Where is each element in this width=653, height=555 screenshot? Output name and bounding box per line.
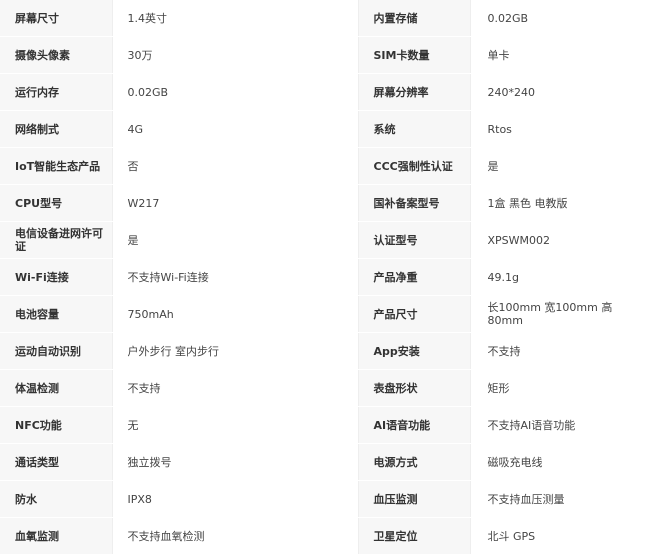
spec-label: 系统 <box>357 110 470 148</box>
spec-row: 体温检测 不支持 表盘形状 矩形 <box>0 369 653 407</box>
spec-value: 49.1g <box>469 258 653 296</box>
spec-value: 0.02GB <box>469 0 653 37</box>
spec-value: 矩形 <box>469 369 653 407</box>
spec-value: 1盒 黑色 电教版 <box>469 184 653 222</box>
spec-label: App安装 <box>357 332 470 370</box>
spec-value: XPSWM002 <box>469 221 653 259</box>
spec-row: 电池容量 750mAh 产品尺寸 长100mm 宽100mm 高80mm <box>0 295 653 333</box>
spec-label: 屏幕分辨率 <box>357 73 470 111</box>
spec-label: Wi-Fi连接 <box>0 258 112 296</box>
spec-label: 内置存储 <box>357 0 470 37</box>
spec-row: 通话类型 独立拨号 电源方式 磁吸充电线 <box>0 443 653 481</box>
spec-label: 血氧监测 <box>0 517 112 555</box>
spec-label: 血压监测 <box>357 480 470 518</box>
spec-label: 产品尺寸 <box>357 295 470 333</box>
spec-value: 4G <box>111 110 358 148</box>
spec-row: 电信设备进网许可证是认证型号 XPSWM002 <box>0 221 653 259</box>
spec-label: 体温检测 <box>0 369 112 407</box>
spec-label: 电池容量 <box>0 295 112 333</box>
spec-value: 北斗 GPS <box>469 517 653 555</box>
spec-value: 不支持血压测量 <box>469 480 653 518</box>
spec-row: 摄像头像素 30万 SIM卡数量 单卡 <box>0 36 653 74</box>
spec-label: 通话类型 <box>0 443 112 481</box>
spec-value: 独立拨号 <box>111 443 358 481</box>
spec-row: 血氧监测 不支持血氧检测 卫星定位 北斗 GPS <box>0 517 653 555</box>
spec-value: 是 <box>111 221 358 259</box>
spec-value: 否 <box>111 147 358 185</box>
spec-value: 不支持血氧检测 <box>111 517 358 555</box>
spec-label: AI语音功能 <box>357 406 470 444</box>
spec-row: NFC功能无 AI语音功能 不支持AI语音功能 <box>0 406 653 444</box>
spec-label: 运行内存 <box>0 73 112 111</box>
spec-value: 不支持 <box>469 332 653 370</box>
spec-label: 卫星定位 <box>357 517 470 555</box>
spec-table-body: 屏幕尺寸 1.4英寸 内置存储 0.02GB 摄像头像素 30万 SIM卡数量 单卡 运行内存 0… <box>0 0 653 555</box>
spec-row: 网络制式 4G 系统 Rtos <box>0 110 653 148</box>
spec-value: 750mAh <box>111 295 358 333</box>
spec-row: 运动自动识别 户外步行 室内步行 App安装 不支持 <box>0 332 653 370</box>
spec-value: 不支持AI语音功能 <box>469 406 653 444</box>
spec-value: 不支持 <box>111 369 358 407</box>
spec-row: 防水 IPX8 血压监测 不支持血压测量 <box>0 480 653 518</box>
spec-label: NFC功能 <box>0 406 112 444</box>
spec-label: 产品净重 <box>357 258 470 296</box>
spec-value: 无 <box>111 406 358 444</box>
spec-value: 0.02GB <box>111 73 358 111</box>
spec-label: 运动自动识别 <box>0 332 112 370</box>
spec-label: SIM卡数量 <box>357 36 470 74</box>
spec-value: 是 <box>469 147 653 185</box>
spec-value: 磁吸充电线 <box>469 443 653 481</box>
spec-label: CPU型号 <box>0 184 112 222</box>
spec-value: 单卡 <box>469 36 653 74</box>
spec-value: IPX8 <box>111 480 358 518</box>
spec-row: 屏幕尺寸 1.4英寸 内置存储 0.02GB <box>0 0 653 37</box>
spec-row: 运行内存 0.02GB 屏幕分辨率 240*240 <box>0 73 653 111</box>
spec-value: W217 <box>111 184 358 222</box>
spec-table: 屏幕尺寸 1.4英寸 内置存储 0.02GB 摄像头像素 30万 SIM卡数量 单卡 运行内存 0… <box>0 0 653 555</box>
spec-value: 240*240 <box>469 73 653 111</box>
spec-label: CCC强制性认证 <box>357 147 470 185</box>
spec-label: IoT智能生态产品 <box>0 147 112 185</box>
spec-value: 户外步行 室内步行 <box>111 332 358 370</box>
spec-value: Rtos <box>469 110 653 148</box>
spec-label: 电源方式 <box>357 443 470 481</box>
spec-row: Wi-Fi连接 不支持Wi-Fi连接 产品净重 49.1g <box>0 258 653 296</box>
spec-label: 屏幕尺寸 <box>0 0 112 37</box>
spec-label: 表盘形状 <box>357 369 470 407</box>
spec-label: 电信设备进网许可证 <box>0 221 112 259</box>
spec-value: 1.4英寸 <box>111 0 358 37</box>
spec-row: CPU型号 W217 国补备案型号 1盒 黑色 电教版 <box>0 184 653 222</box>
spec-row: IoT智能生态产品否 CCC强制性认证是 <box>0 147 653 185</box>
spec-value: 30万 <box>111 36 358 74</box>
spec-label: 认证型号 <box>357 221 470 259</box>
spec-label: 国补备案型号 <box>357 184 470 222</box>
spec-label: 网络制式 <box>0 110 112 148</box>
spec-value: 不支持Wi-Fi连接 <box>111 258 358 296</box>
spec-label: 摄像头像素 <box>0 36 112 74</box>
spec-value: 长100mm 宽100mm 高80mm <box>469 295 653 333</box>
spec-label: 防水 <box>0 480 112 518</box>
